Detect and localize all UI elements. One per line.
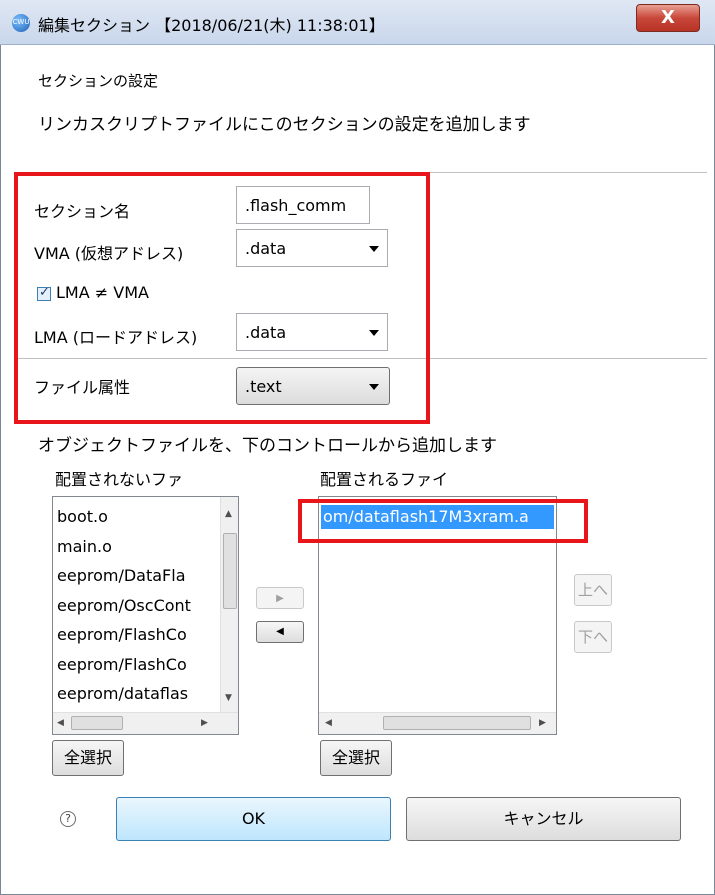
scroll-right-icon[interactable]: ▶ xyxy=(539,718,546,728)
objects-instruction: オブジェクトファイルを、下のコントロールから追加します xyxy=(38,436,497,456)
scroll-left-icon[interactable]: ◀ xyxy=(325,718,332,728)
list-item[interactable]: main.o xyxy=(57,537,112,556)
close-button[interactable]: X xyxy=(636,4,700,32)
header-title: セクションの設定 xyxy=(38,72,159,90)
scroll-left-icon[interactable]: ◀ xyxy=(57,718,64,728)
cancel-button[interactable]: キャンセル xyxy=(406,797,681,841)
scroll-up-icon[interactable]: ▲ xyxy=(225,509,232,519)
scroll-down-icon[interactable]: ▼ xyxy=(225,693,232,703)
app-icon: CWU xyxy=(12,14,30,32)
placed-files-header: 配置されるファイ xyxy=(320,470,449,489)
add-file-button[interactable]: ▶ xyxy=(256,587,304,609)
placed-horizontal-scrollbar[interactable]: ◀ ▶ xyxy=(319,712,556,734)
window-title: 編集セクション 【2018/06/21(木) 11:38:01】 xyxy=(38,16,385,35)
list-item[interactable]: eeprom/DataFla xyxy=(57,566,186,585)
app-icon-label: CWU xyxy=(12,18,30,26)
highlight-box-form xyxy=(14,172,430,424)
scroll-thumb[interactable] xyxy=(71,716,123,730)
help-icon[interactable]: ? xyxy=(60,811,76,827)
list-item[interactable]: boot.o xyxy=(57,507,108,526)
list-item[interactable]: eeprom/OscCont xyxy=(57,596,191,615)
highlight-box-placed xyxy=(298,499,588,543)
unplaced-files-list[interactable]: boot.o main.o eeprom/DataFla eeprom/OscC… xyxy=(52,496,239,735)
header-description: リンカスクリプトファイルにこのセクションの設定を追加します xyxy=(38,115,531,135)
ok-button[interactable]: OK xyxy=(116,797,391,841)
unplaced-files-header: 配置されないファ xyxy=(55,470,184,489)
select-all-unplaced-button[interactable]: 全選択 xyxy=(52,740,124,776)
list-item[interactable]: eeprom/FlashCo xyxy=(57,655,187,674)
move-up-button[interactable]: 上へ xyxy=(574,574,612,606)
select-all-placed-button[interactable]: 全選択 xyxy=(320,740,392,776)
scroll-thumb[interactable] xyxy=(383,716,531,730)
remove-file-button[interactable]: ◀ xyxy=(256,621,304,643)
scroll-right-icon[interactable]: ▶ xyxy=(201,718,208,728)
list-item[interactable]: eeprom/FlashCo xyxy=(57,625,187,644)
unplaced-horizontal-scrollbar[interactable]: ◀ ▶ xyxy=(53,712,238,734)
unplaced-vertical-scrollbar[interactable]: ▲ ▼ xyxy=(220,497,238,713)
list-item[interactable]: eeprom/dataflas xyxy=(57,684,188,703)
scroll-thumb[interactable] xyxy=(223,533,237,609)
move-down-button[interactable]: 下へ xyxy=(574,621,612,653)
